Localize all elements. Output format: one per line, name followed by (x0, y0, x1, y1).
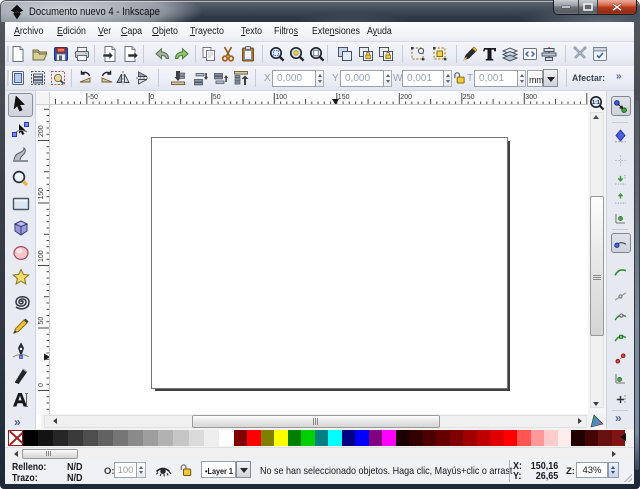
svg-text:100: 100 (275, 94, 287, 101)
svg-text:250: 250 (463, 94, 475, 101)
svg-text:0: 0 (150, 94, 154, 101)
svg-text:-50: -50 (88, 94, 98, 101)
svg-text:150: 150 (338, 94, 350, 101)
svg-text:150: 150 (38, 188, 45, 200)
svg-text:1:1: 1:1 (592, 100, 600, 106)
svg-text:200: 200 (38, 125, 45, 137)
svg-text:200: 200 (400, 94, 412, 101)
svg-text:50: 50 (38, 317, 45, 325)
svg-text:0: 0 (38, 383, 45, 387)
svg-text:300: 300 (525, 94, 537, 101)
svg-text:50: 50 (213, 94, 221, 101)
svg-text:100: 100 (38, 250, 45, 262)
